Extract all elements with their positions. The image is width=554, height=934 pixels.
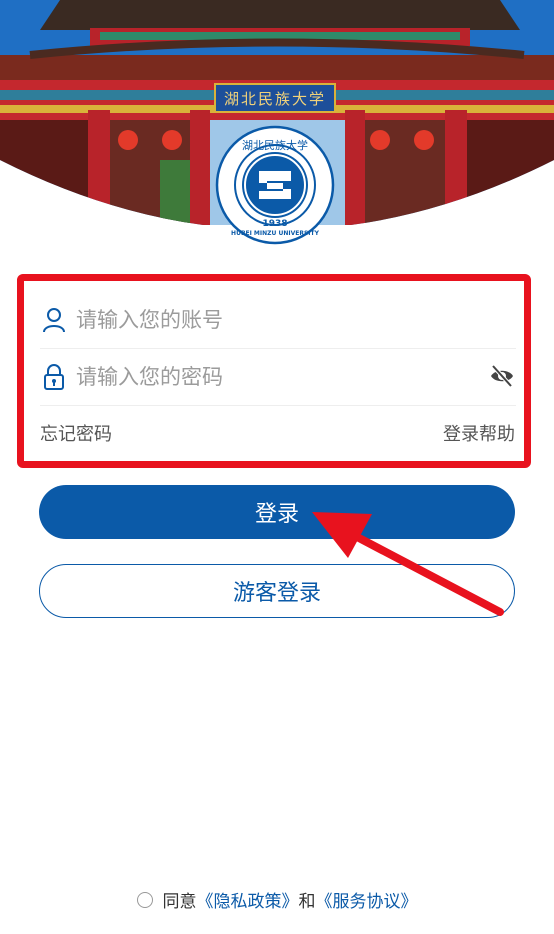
user-icon [40, 306, 68, 334]
password-input[interactable] [74, 364, 516, 390]
forgot-password-link[interactable]: 忘记密码 [40, 420, 112, 446]
agreement-row: 同意 《隐私政策》 和 《服务协议》 [0, 887, 554, 912]
privacy-policy-link[interactable]: 《隐私政策》 [197, 887, 299, 912]
logo-name-cn: 湖北民族大学 [242, 139, 308, 152]
agree-prefix: 同意 [162, 892, 197, 912]
service-agreement-link[interactable]: 《服务协议》 [316, 887, 418, 912]
password-field[interactable] [40, 349, 516, 406]
agree-radio[interactable] [136, 891, 153, 908]
lock-icon [40, 363, 68, 391]
eye-off-icon[interactable] [488, 362, 516, 390]
login-help-link[interactable]: 登录帮助 [443, 420, 515, 446]
gate-plaque-text: 湖北民族大学 [223, 90, 326, 108]
account-field[interactable] [40, 292, 516, 349]
red-arrow [312, 512, 504, 616]
logo-year: 1938 [262, 219, 288, 229]
account-input[interactable] [74, 307, 516, 333]
logo-name-en: HUBEI MINZU UNIVERSITY [231, 230, 319, 237]
agree-and: 和 [298, 892, 316, 912]
